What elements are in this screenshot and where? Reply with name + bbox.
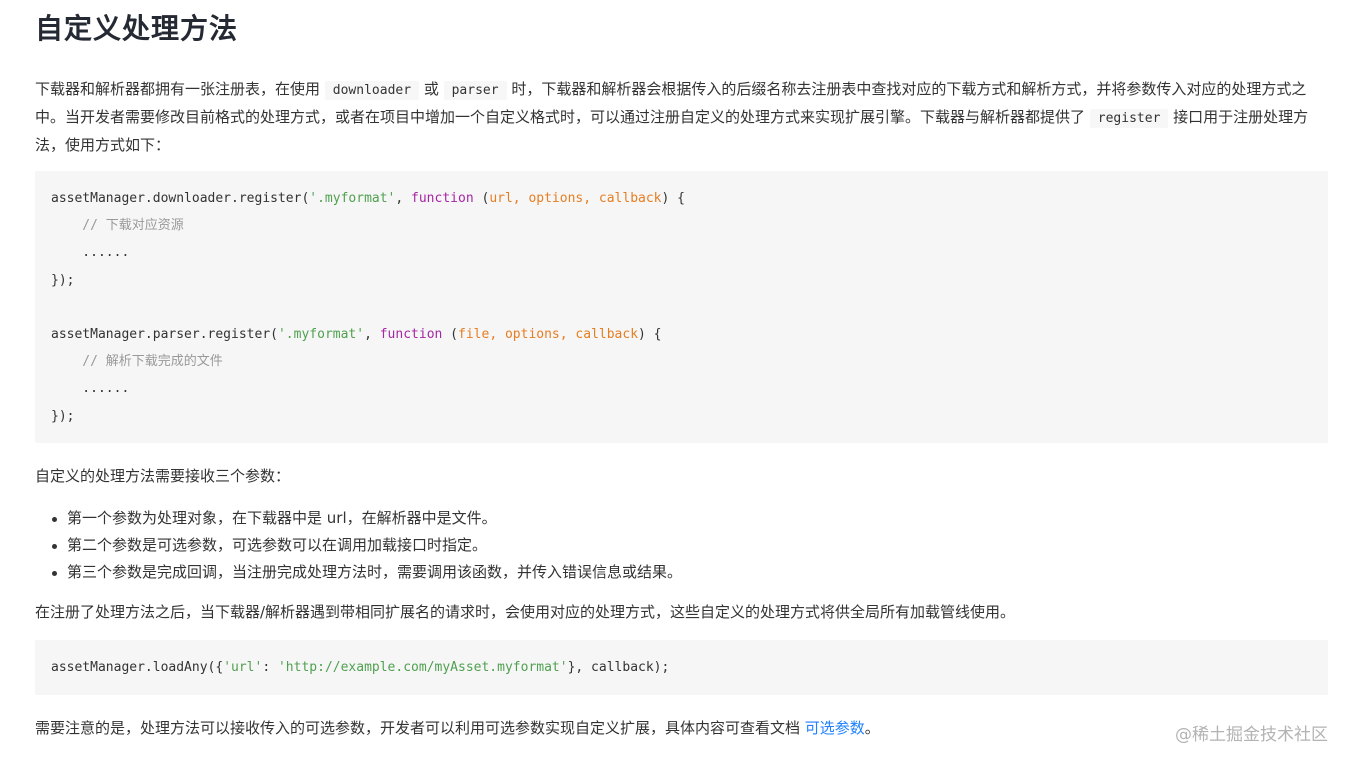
note-paragraph: 需要注意的是，处理方法可以接收传入的可选参数，开发者可以利用可选参数实现自定义扩… <box>35 715 880 742</box>
params-intro-paragraph: 自定义的处理方法需要接收三个参数： <box>35 467 291 485</box>
intro-paragraph: 下载器和解析器都拥有一张注册表，在使用 downloader 或 parser … <box>35 76 1328 159</box>
inline-code-register: register <box>1089 109 1169 128</box>
params-list: 第一个参数为处理对象，在下载器中是 url，在解析器中是文件。 第二个参数是可选… <box>35 505 682 586</box>
code-block-register[interactable]: assetManager.downloader.register('.myfor… <box>35 171 1328 443</box>
note-text: 需要注意的是，处理方法可以接收传入的可选参数，开发者可以利用可选参数实现自定义扩… <box>35 719 805 737</box>
code-line-7: // 解析下载完成的文件 <box>51 354 223 370</box>
code-line-6: assetManager.parser.register('.myformat'… <box>51 327 662 343</box>
list-item: 第三个参数是完成回调，当注册完成处理方法时，需要调用该函数，并传入错误信息或结果… <box>35 559 682 586</box>
code-line-1: assetManager.downloader.register('.myfor… <box>51 191 685 206</box>
intro-text-2: 或 <box>419 80 444 98</box>
code-line-4: }); <box>51 272 75 288</box>
code-block-loadany[interactable]: assetManager.loadAny({'url': 'http://exa… <box>35 640 1328 695</box>
section-heading: 自定义处理方法 <box>35 12 239 45</box>
inline-code-downloader: downloader <box>324 81 420 100</box>
code-line-8: ...... <box>51 381 130 397</box>
code-line-9: }); <box>51 408 75 424</box>
watermark-text: @稀土掘金技术社区 <box>1175 725 1328 745</box>
list-item: 第一个参数为处理对象，在下载器中是 url，在解析器中是文件。 <box>35 505 682 532</box>
after-register-paragraph: 在注册了处理方法之后，当下载器/解析器遇到带相同扩展名的请求时，会使用对应的处理… <box>35 603 1016 621</box>
code-line-2: // 下载对应资源 <box>51 218 184 234</box>
inline-code-parser: parser <box>443 81 507 100</box>
note-end: 。 <box>864 719 880 737</box>
list-item: 第二个参数是可选参数，可选参数可以在调用加载接口时指定。 <box>35 532 682 559</box>
optional-params-link[interactable]: 可选参数 <box>805 719 865 737</box>
intro-text-1: 下载器和解析器都拥有一张注册表，在使用 <box>35 80 325 98</box>
code-line-3: ...... <box>51 245 130 261</box>
